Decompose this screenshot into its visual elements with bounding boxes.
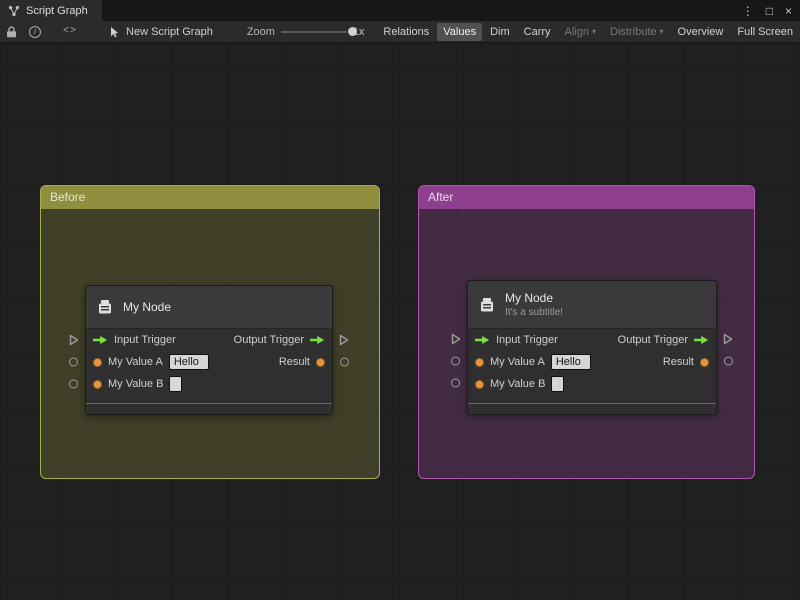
node-my-node-before[interactable]: My Node Input Trigger Output Trigger My …: [69, 285, 349, 415]
flow-in-label: Input Trigger: [496, 334, 558, 346]
distribute-label: Distribute: [610, 25, 657, 38]
result-port[interactable]: [700, 357, 709, 367]
node-subtitle: It's a subtitle!: [505, 307, 564, 318]
tab-title: Script Graph: [26, 4, 88, 17]
align-button[interactable]: Align ▾: [559, 23, 602, 41]
zoom-slider-handle[interactable]: [347, 26, 357, 36]
carry-button[interactable]: Carry: [518, 23, 557, 41]
unit-icon: [478, 296, 496, 314]
node-header[interactable]: My Node: [86, 286, 332, 329]
pointer-icon: [109, 26, 120, 38]
lock-icon[interactable]: [0, 21, 23, 42]
node-row-trigger: Input Trigger Output Trigger: [86, 329, 332, 351]
group-after-header[interactable]: After: [419, 186, 754, 209]
result-port[interactable]: [316, 357, 325, 367]
flow-in-label: Input Trigger: [114, 334, 176, 346]
node-row-trigger: Input Trigger Output Trigger: [468, 329, 716, 351]
info-icon[interactable]: i: [23, 21, 47, 42]
fullscreen-button[interactable]: Full Screen: [731, 23, 799, 41]
flow-out-port[interactable]: [694, 335, 709, 345]
graph-selector[interactable]: New Script Graph: [109, 26, 213, 38]
value-a-outer-port[interactable]: [451, 356, 460, 366]
dim-button[interactable]: Dim: [484, 23, 516, 41]
value-a-field[interactable]: Hello: [168, 354, 209, 370]
value-b-port[interactable]: [475, 379, 484, 389]
value-b-field[interactable]: [169, 376, 183, 392]
group-after-title: After: [428, 190, 454, 204]
value-b-outer-port[interactable]: [451, 378, 460, 388]
group-before-title: Before: [50, 190, 86, 204]
flow-in-outer-port[interactable]: [69, 334, 79, 346]
node-my-node-after[interactable]: My Node It's a subtitle! Input Trigger O…: [451, 280, 733, 415]
group-before-header[interactable]: Before: [41, 186, 379, 209]
window-menu-icon[interactable]: ⋮: [742, 5, 754, 17]
node-footer: [468, 404, 716, 414]
flow-out-outer-port[interactable]: [723, 333, 733, 345]
value-b-outer-port[interactable]: [69, 379, 78, 389]
tab-script-graph[interactable]: Script Graph: [0, 0, 102, 21]
value-b-port[interactable]: [93, 379, 102, 389]
value-a-label: My Value A: [490, 356, 545, 368]
flow-in-port[interactable]: [93, 335, 108, 345]
value-a-outer-port[interactable]: [69, 357, 78, 367]
flow-out-outer-port[interactable]: [339, 334, 349, 346]
graph-toolbar: i <> New Script Graph Zoom 1x Relations …: [0, 21, 800, 43]
node-footer: [86, 404, 332, 414]
value-a-port[interactable]: [93, 357, 102, 367]
node-title: My Node: [123, 300, 172, 314]
relations-button[interactable]: Relations: [377, 23, 435, 41]
result-label: Result: [278, 356, 310, 368]
tab-bar: Script Graph ⋮ □ ×: [0, 0, 800, 21]
close-icon[interactable]: ×: [785, 5, 792, 17]
result-outer-port[interactable]: [724, 356, 733, 366]
node-row-value-b: My Value B: [468, 373, 716, 395]
result-label: Result: [662, 356, 694, 368]
value-a-field[interactable]: Hello: [550, 354, 591, 370]
value-a-port[interactable]: [475, 357, 484, 367]
align-label: Align: [564, 25, 590, 38]
node-header[interactable]: My Node It's a subtitle!: [468, 281, 716, 329]
values-button[interactable]: Values: [437, 22, 483, 41]
result-outer-port[interactable]: [340, 357, 349, 367]
unit-icon: [96, 298, 114, 316]
node-row-value-b: My Value B: [86, 373, 332, 395]
node-gap: [468, 395, 716, 403]
zoom-slider-track: [280, 30, 347, 33]
zoom-slider[interactable]: [280, 26, 357, 38]
flow-in-port[interactable]: [475, 335, 490, 345]
graph-name-label: New Script Graph: [126, 25, 213, 38]
node-row-value-a: My Value A Hello Result: [468, 351, 716, 373]
node-gap: [86, 395, 332, 403]
node-title: My Node: [505, 291, 554, 305]
graph-tab-icon: [8, 5, 20, 17]
distribute-button[interactable]: Distribute ▾: [604, 23, 669, 41]
code-view-icon[interactable]: <>: [63, 26, 77, 37]
maximize-icon[interactable]: □: [766, 5, 773, 17]
value-b-field[interactable]: [551, 376, 565, 392]
flow-out-port[interactable]: [310, 335, 325, 345]
overview-button[interactable]: Overview: [672, 23, 730, 41]
window-controls: ⋮ □ ×: [742, 0, 800, 21]
chevron-down-icon: ▾: [659, 26, 664, 36]
flow-out-label: Output Trigger: [233, 334, 304, 346]
value-a-label: My Value A: [108, 356, 163, 368]
node-row-value-a: My Value A Hello Result: [86, 351, 332, 373]
value-b-label: My Value B: [490, 378, 546, 390]
flow-in-outer-port[interactable]: [451, 333, 461, 345]
chevron-down-icon: ▾: [592, 26, 597, 36]
value-b-label: My Value B: [108, 378, 164, 390]
zoom-label: Zoom: [246, 25, 275, 38]
flow-out-label: Output Trigger: [617, 334, 688, 346]
graph-canvas[interactable]: Before After My Node Input Trigger Outpu…: [0, 43, 800, 600]
